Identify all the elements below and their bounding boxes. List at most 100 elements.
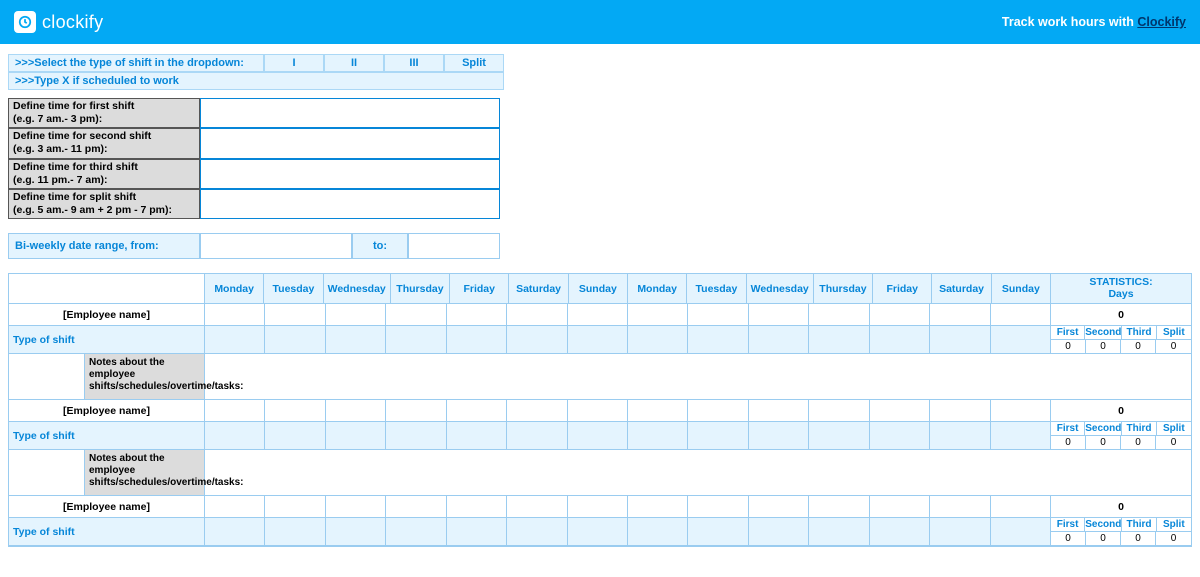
day-cell[interactable] <box>507 496 567 518</box>
shift-cell[interactable] <box>628 518 688 546</box>
day-cell[interactable] <box>507 304 567 326</box>
shift-opt-1[interactable]: I <box>264 54 324 72</box>
shift-cell[interactable] <box>568 326 628 354</box>
day-cell[interactable] <box>447 304 507 326</box>
shift-cell[interactable] <box>386 326 446 354</box>
shift-cell[interactable] <box>265 518 325 546</box>
day-cell[interactable] <box>749 496 809 518</box>
shift-cell[interactable] <box>749 422 809 450</box>
shift-cell[interactable] <box>991 422 1051 450</box>
day-cell[interactable] <box>991 496 1051 518</box>
range-to-input[interactable] <box>408 233 500 259</box>
day-cell[interactable] <box>568 496 628 518</box>
shift-cell[interactable] <box>265 326 325 354</box>
employee-name[interactable]: [Employee name] <box>9 400 205 422</box>
shift-cell[interactable] <box>447 518 507 546</box>
day-cell[interactable] <box>205 304 265 326</box>
shift-cell[interactable] <box>507 422 567 450</box>
day-cell[interactable] <box>265 496 325 518</box>
shift-cell[interactable] <box>628 422 688 450</box>
shift-cell[interactable] <box>386 422 446 450</box>
day-cell[interactable] <box>809 496 869 518</box>
employee-name[interactable]: [Employee name] <box>9 304 205 326</box>
day-cell[interactable] <box>265 304 325 326</box>
shift-cell[interactable] <box>688 518 748 546</box>
notes-input[interactable] <box>205 450 1191 496</box>
day-cell[interactable] <box>386 304 446 326</box>
day-cell[interactable] <box>991 304 1051 326</box>
shift-cell[interactable] <box>265 422 325 450</box>
shift-cell[interactable] <box>749 518 809 546</box>
range-from-input[interactable] <box>200 233 352 259</box>
shift-cell[interactable] <box>447 326 507 354</box>
day-cell[interactable] <box>930 496 990 518</box>
shift-opt-3[interactable]: III <box>384 54 444 72</box>
shift-cell[interactable] <box>326 422 386 450</box>
shift-opt-split[interactable]: Split <box>444 54 504 72</box>
shift-cell[interactable] <box>507 518 567 546</box>
day-cell[interactable] <box>265 400 325 422</box>
day-cell[interactable] <box>809 304 869 326</box>
day-cell[interactable] <box>326 304 386 326</box>
day-cell[interactable] <box>386 400 446 422</box>
shift-cell[interactable] <box>568 422 628 450</box>
shift-cell[interactable] <box>568 518 628 546</box>
day-cell[interactable] <box>628 400 688 422</box>
shift-cell[interactable] <box>688 422 748 450</box>
def-input-1[interactable] <box>200 98 500 128</box>
day-cell[interactable] <box>991 400 1051 422</box>
shift-cell[interactable] <box>326 518 386 546</box>
shift-opt-2[interactable]: II <box>324 54 384 72</box>
day-cell[interactable] <box>870 304 930 326</box>
shift-cell[interactable] <box>628 326 688 354</box>
shift-cell[interactable] <box>507 326 567 354</box>
shift-cell[interactable] <box>930 518 990 546</box>
day-cell[interactable] <box>447 400 507 422</box>
shift-cell[interactable] <box>205 518 265 546</box>
shift-cell[interactable] <box>749 326 809 354</box>
day-cell[interactable] <box>809 400 869 422</box>
shift-cell[interactable] <box>870 326 930 354</box>
day-cell[interactable] <box>507 400 567 422</box>
day-cell[interactable] <box>568 400 628 422</box>
day-cell[interactable] <box>205 400 265 422</box>
day-cell[interactable] <box>326 400 386 422</box>
shift-cell[interactable] <box>809 518 869 546</box>
day-cell[interactable] <box>930 400 990 422</box>
shift-cell[interactable] <box>447 422 507 450</box>
day-cell[interactable] <box>870 400 930 422</box>
shift-cell[interactable] <box>991 518 1051 546</box>
shift-cell[interactable] <box>930 422 990 450</box>
day-cell[interactable] <box>326 496 386 518</box>
shift-cell[interactable] <box>870 422 930 450</box>
shift-cell[interactable] <box>386 518 446 546</box>
shift-cell[interactable] <box>205 422 265 450</box>
shift-cell[interactable] <box>205 326 265 354</box>
day-cell[interactable] <box>386 496 446 518</box>
day-cell[interactable] <box>749 400 809 422</box>
clockify-link[interactable]: Clockify <box>1137 15 1186 29</box>
day-cell[interactable] <box>930 304 990 326</box>
day-cell[interactable] <box>749 304 809 326</box>
def-input-3[interactable] <box>200 159 500 189</box>
def-input-2[interactable] <box>200 128 500 158</box>
shift-cell[interactable] <box>688 326 748 354</box>
day-cell[interactable] <box>447 496 507 518</box>
shift-cell[interactable] <box>870 518 930 546</box>
shift-cell[interactable] <box>326 326 386 354</box>
day-cell[interactable] <box>205 496 265 518</box>
notes-input[interactable] <box>205 354 1191 400</box>
def-input-4[interactable] <box>200 189 500 219</box>
shift-cell[interactable] <box>809 326 869 354</box>
day-cell[interactable] <box>688 304 748 326</box>
shift-cell[interactable] <box>809 422 869 450</box>
day-cell[interactable] <box>688 496 748 518</box>
shift-cell[interactable] <box>930 326 990 354</box>
employee-name[interactable]: [Employee name] <box>9 496 205 518</box>
day-cell[interactable] <box>688 400 748 422</box>
day-cell[interactable] <box>870 496 930 518</box>
day-cell[interactable] <box>568 304 628 326</box>
day-cell[interactable] <box>628 304 688 326</box>
shift-cell[interactable] <box>991 326 1051 354</box>
day-cell[interactable] <box>628 496 688 518</box>
